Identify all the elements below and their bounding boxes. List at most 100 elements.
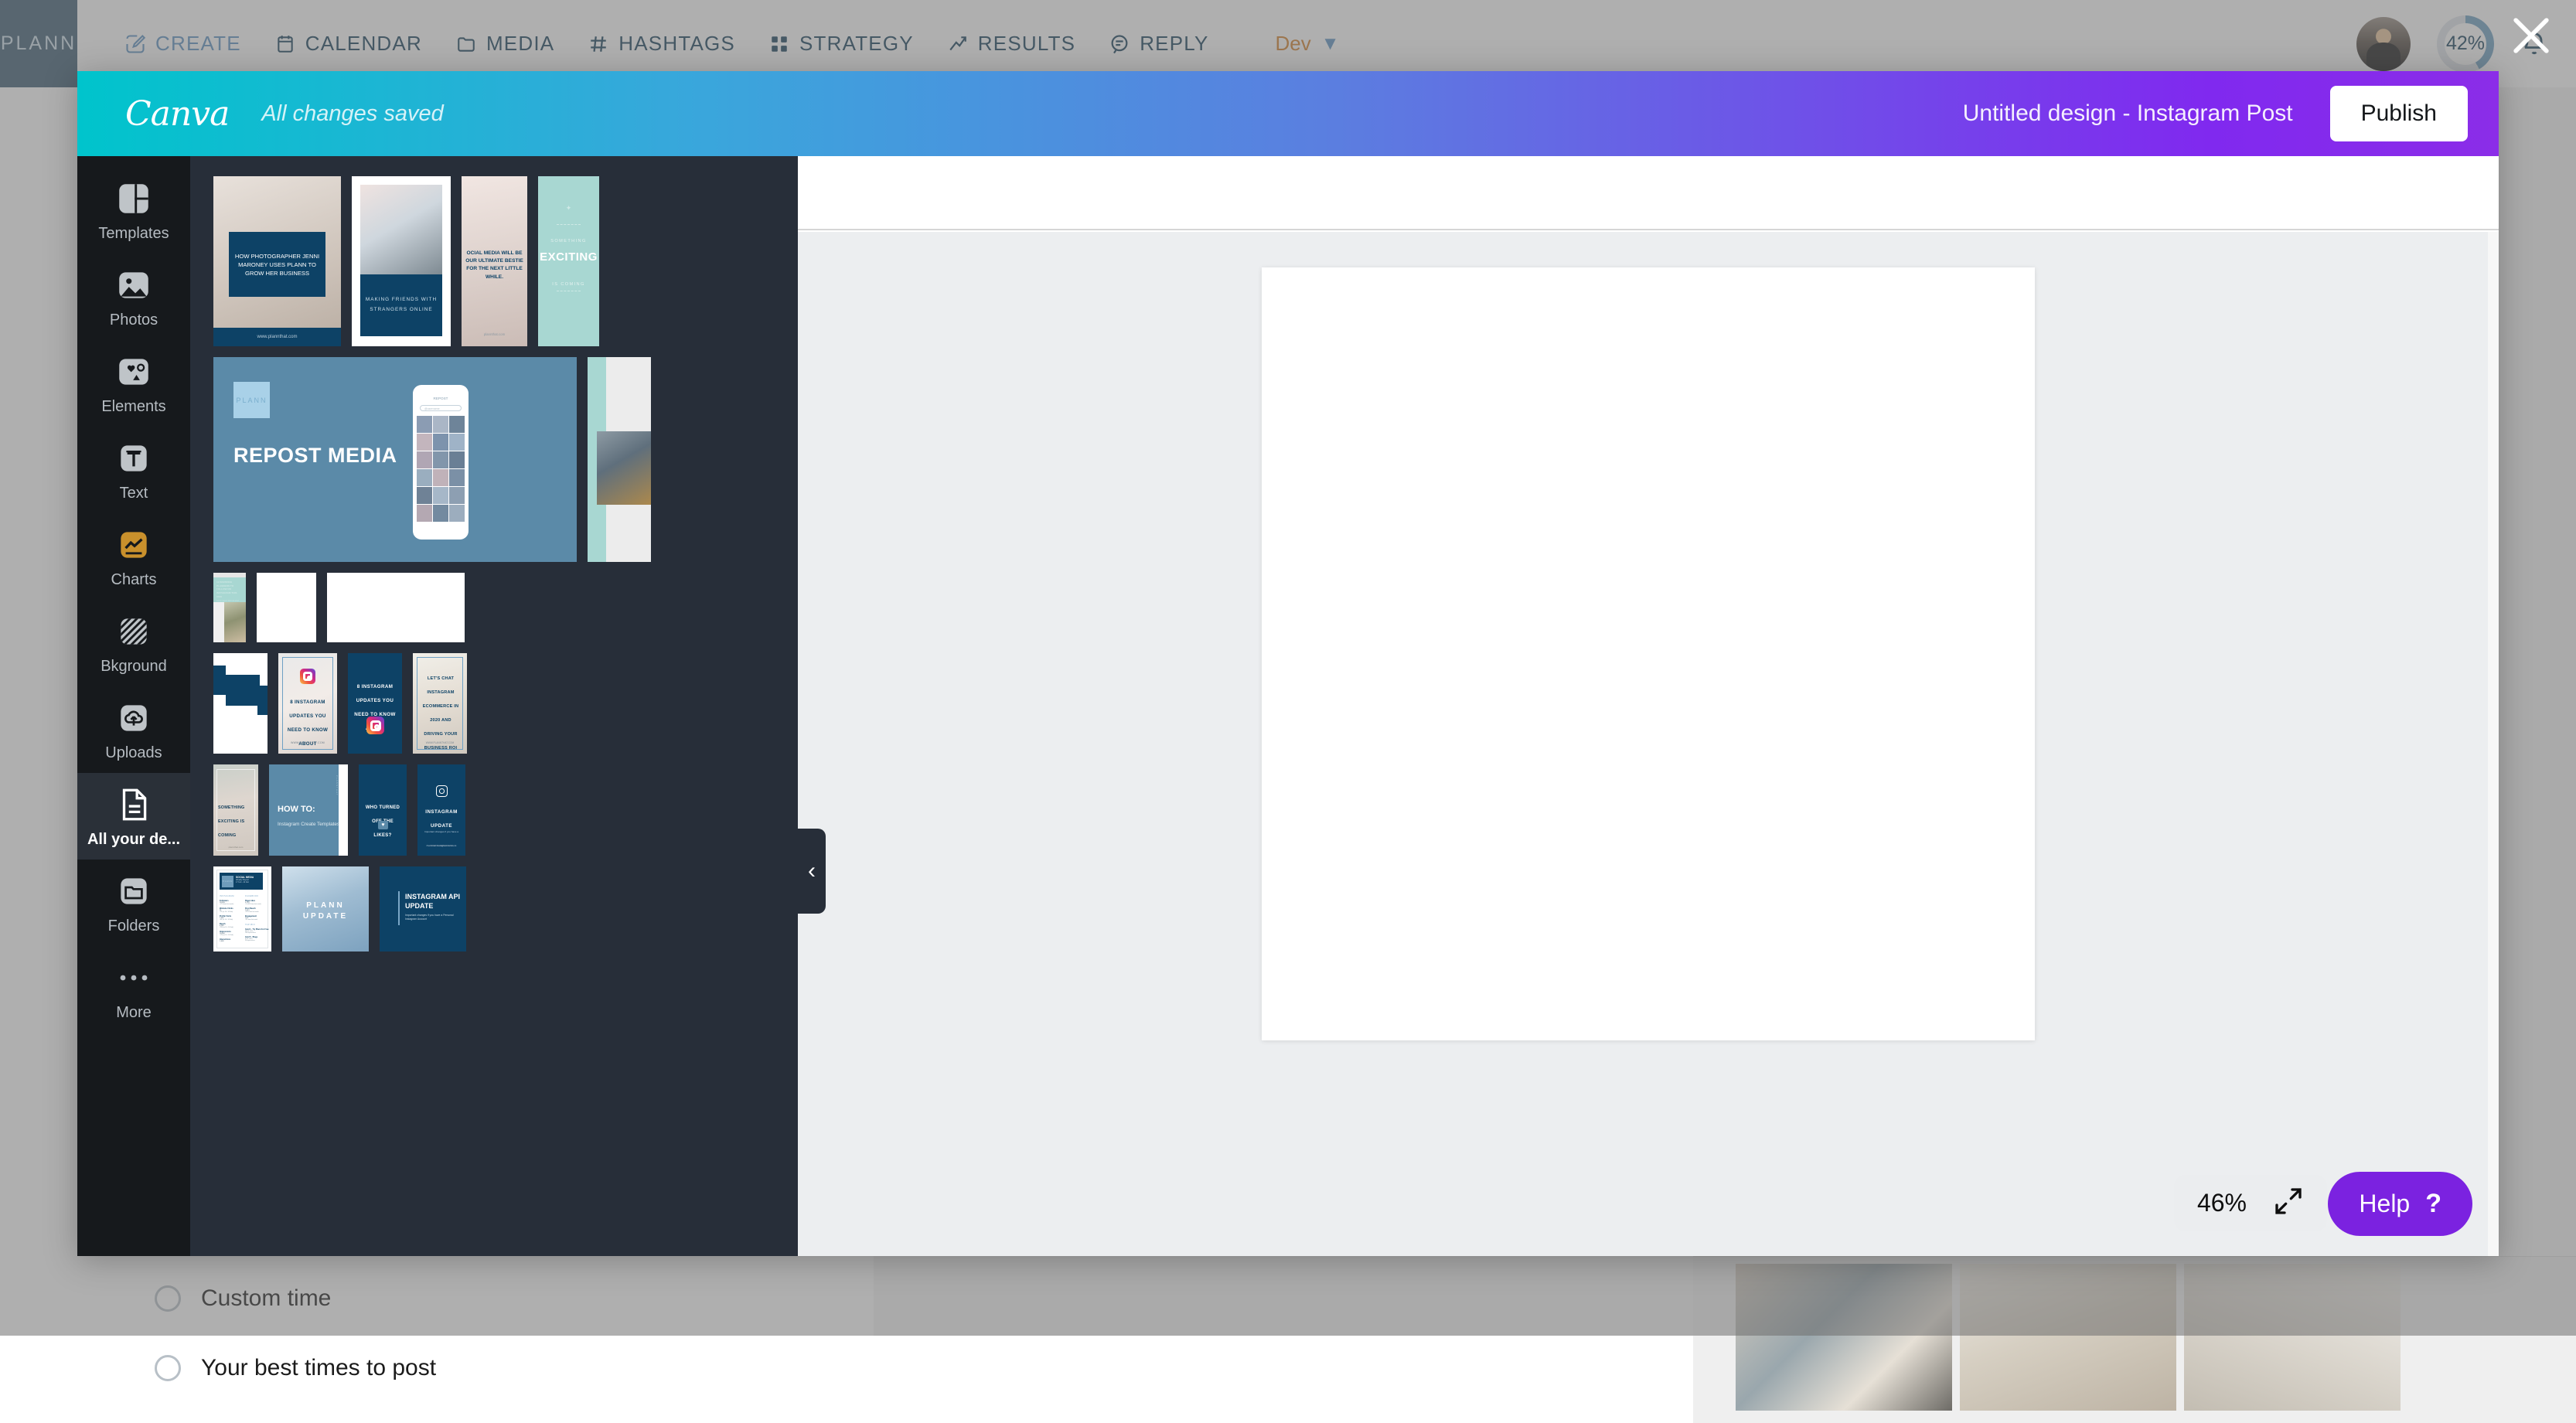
design-thumbnail[interactable]: PLANN REPOST MEDIA REPOST @username: [213, 357, 577, 562]
expand-icon[interactable]: [2273, 1186, 2304, 1220]
sidebar-label-all-your-designs: All your de...: [87, 831, 180, 849]
sidebar-label-text: Text: [120, 485, 148, 502]
design-headline: HOW TO:: [278, 805, 315, 814]
background-icon: [114, 612, 153, 651]
design-thumbnail[interactable]: INSTAGRAM API UPDATE Important changes i…: [380, 866, 466, 952]
design-thumbnail[interactable]: 8 INSTAGRAM UPDATES YOU NEED TO KNOW ABO…: [348, 653, 402, 754]
design-eyebrow: SOMETHING: [550, 239, 586, 243]
design-thumbnail[interactable]: SOMETHING EXCITING IS COMING plannthat.c…: [213, 764, 258, 856]
design-thumbnail[interactable]: PLANN UPDATE: [282, 866, 369, 952]
text-icon: [114, 439, 153, 478]
design-thumbnail[interactable]: INSTAGRAM UPDATE Important changes if yo…: [417, 764, 465, 856]
canva-editor-area: 46% Help ?: [798, 156, 2499, 1256]
metric-col-title: TAP-BIO: [245, 924, 270, 926]
radio-best-times[interactable]: [155, 1355, 181, 1381]
sidebar-item-templates[interactable]: Templates: [77, 167, 190, 254]
sidebar-label-charts: Charts: [111, 571, 157, 589]
design-headline: MAKING FRIENDS WITH STRANGERS ONLINE: [360, 295, 442, 315]
canva-header-right: Untitled design - Instagram Post Publish: [1963, 86, 2499, 141]
design-row: 8 INSTAGRAM UPDATES YOU NEED TO KNOW ABO…: [213, 653, 775, 754]
design-thumbnail[interactable]: [327, 573, 465, 642]
editor-toolbar[interactable]: [798, 156, 2499, 230]
design-subline: IS COMING: [552, 282, 584, 287]
design-footer: plannthat.com: [229, 846, 244, 849]
design-headline: INSTAGRAM API UPDATE: [405, 893, 461, 911]
design-footer: WWW.PLANNTHAT.COM: [430, 845, 453, 847]
design-thumbnail[interactable]: HOW TO: Instagram Create Templates PLANN…: [269, 764, 348, 856]
design-thumbnail[interactable]: PLANN SOCIAL MEDIA Weekly Report 17 Feb …: [213, 866, 271, 952]
sidebar-label-templates: Templates: [98, 225, 169, 243]
design-headline: SOMETHING EXCITING IS COMING: [218, 805, 244, 838]
sidebar-item-all-your-designs[interactable]: All your de...: [77, 773, 190, 860]
design-thumbnail[interactable]: [257, 573, 316, 642]
design-thumbnail[interactable]: MAKING FRIENDS WITH STRANGERS ONLINE: [352, 176, 451, 346]
design-daterange: 17 Feb - 24 Feb: [236, 881, 254, 883]
zoom-level-value: 46%: [2197, 1189, 2247, 1217]
design-footer: WWW.PLANNTHAT.COM: [291, 741, 325, 744]
photo-icon: [114, 266, 153, 305]
design-headline: OCIAL MEDIA WILL BE OUR ULTIMATE BESTIE …: [465, 250, 524, 281]
templates-icon: [114, 179, 153, 218]
radio-option-best-times[interactable]: Your best times to post: [155, 1355, 436, 1381]
help-button[interactable]: Help ?: [2328, 1172, 2472, 1236]
design-row: SOMETHING EXCITING IS COMING plannthat.c…: [213, 764, 775, 856]
design-headline: EXCITING: [540, 250, 598, 264]
publish-button[interactable]: Publish: [2330, 86, 2468, 141]
sidebar-item-more[interactable]: More: [77, 946, 190, 1033]
sidebar-item-charts[interactable]: Charts: [77, 513, 190, 600]
charts-icon: [114, 526, 153, 564]
canva-tool-sidebar: Templates Photos Elements: [77, 156, 190, 1256]
canvas-scroll-area[interactable]: [798, 232, 2499, 1256]
zoom-control[interactable]: 46%: [2174, 1175, 2327, 1231]
design-footer: plannthat.com: [484, 332, 506, 336]
design-thumbnail[interactable]: LET'S CHAT INSTAGRAM ECOMMERCE IN 2020 A…: [413, 653, 467, 754]
sidebar-label-uploads: Uploads: [105, 744, 162, 762]
design-subline: Important changes if you have a Personal…: [405, 914, 461, 921]
heart-icon: ♥: [378, 821, 388, 829]
canvas-vertical-scrollbar[interactable]: [2488, 232, 2499, 1256]
design-thumbnail[interactable]: OCIAL MEDIA WILL BE OUR ULTIMATE BESTIE …: [462, 176, 527, 346]
design-row: PLANN REPOST MEDIA REPOST @username: [213, 357, 775, 562]
document-icon: [114, 785, 153, 824]
sidebar-item-photos[interactable]: Photos: [77, 254, 190, 340]
sidebar-item-uploads[interactable]: Uploads: [77, 686, 190, 773]
question-mark-icon: ?: [2425, 1189, 2441, 1219]
design-brand: PLANN: [222, 876, 233, 887]
design-row: PLANN SOCIAL MEDIA Weekly Report 17 Feb …: [213, 866, 775, 952]
help-label: Help: [2359, 1190, 2410, 1218]
design-title[interactable]: Untitled design - Instagram Post: [1963, 100, 2293, 127]
sidebar-item-bkground[interactable]: Bkground: [77, 600, 190, 686]
design-thumbnail[interactable]: [213, 653, 267, 754]
folder-icon: [114, 872, 153, 911]
all-your-designs-panel[interactable]: HOW PHOTOGRAPHER JENNI MARONEY USES PLAN…: [190, 156, 798, 1256]
canva-header: Canva All changes saved Untitled design …: [77, 71, 2499, 156]
design-canvas[interactable]: [1262, 267, 2035, 1040]
phone-screen-title: REPOST: [417, 397, 465, 400]
design-row: 12 INSPIRING PLANNERS TO FOLLOW ON INSTA…: [213, 573, 775, 642]
design-thumbnail[interactable]: 8 INSTAGRAM UPDATES YOU NEED TO KNOW ABO…: [278, 653, 337, 754]
design-thumbnail[interactable]: ✦ SOMETHING EXCITING IS COMING: [538, 176, 599, 346]
canva-logo[interactable]: Canva: [125, 94, 229, 134]
chevron-left-icon: ‹: [808, 858, 816, 884]
sidebar-label-more: More: [116, 1004, 152, 1022]
design-thumbnail[interactable]: 12 INSPIRING PLANNERS TO FOLLOW ON INSTA…: [213, 573, 246, 642]
design-headline: PLANN UPDATE: [282, 900, 369, 922]
design-thumbnail[interactable]: [588, 357, 651, 562]
close-icon[interactable]: [2505, 9, 2557, 62]
sidebar-label-bkground: Bkground: [101, 658, 167, 676]
sidebar-item-elements[interactable]: Elements: [77, 340, 190, 427]
sidebar-label-folders: Folders: [108, 917, 160, 935]
sidebar-item-folders[interactable]: Folders: [77, 860, 190, 946]
elements-icon: [114, 352, 153, 391]
design-thumbnail[interactable]: HOW PHOTOGRAPHER JENNI MARONEY USES PLAN…: [213, 176, 341, 346]
collapse-panel-button[interactable]: ‹: [798, 829, 826, 914]
design-brand: PLANN: [236, 397, 267, 404]
sidebar-item-text[interactable]: Text: [77, 427, 190, 513]
phone-search-field: @username: [420, 405, 462, 411]
design-thumbnail[interactable]: WHO TURNED OFF THE LIKES? ♥: [359, 764, 407, 856]
upload-cloud-icon: [114, 699, 153, 737]
save-status-text: All changes saved: [261, 101, 443, 127]
canva-body: Templates Photos Elements: [77, 156, 2499, 1256]
design-headline: 12 INSPIRING PLANNERS TO FOLLOW ON INSTA…: [216, 580, 243, 598]
design-footer: WWW.PLANNTHAT.COM: [426, 741, 454, 744]
